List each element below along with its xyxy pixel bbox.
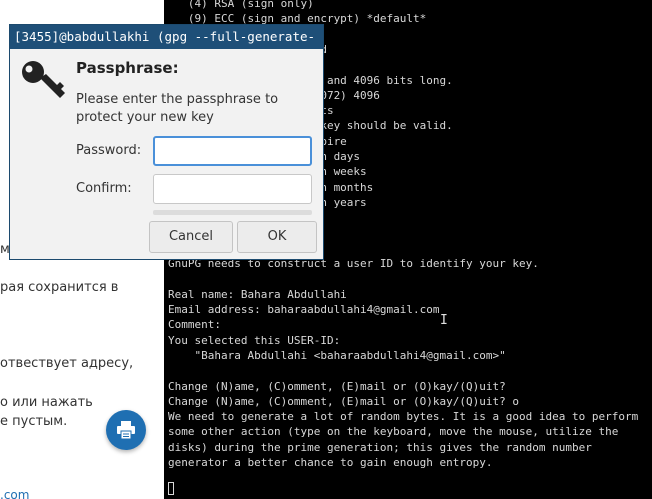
terminal-cursor (168, 482, 174, 495)
passphrase-quality-bar (153, 210, 312, 215)
dialog-titlebar[interactable]: [3455]@babdullakhi (gpg --full-generate- (10, 25, 323, 49)
terminal-line: Comment: (168, 318, 221, 332)
webpage-text-fragment: рая сохранится в (0, 280, 119, 295)
password-input[interactable] (153, 136, 312, 166)
dialog-description: Please enter the passphrase to protect y… (76, 92, 279, 125)
ok-button[interactable]: OK (237, 221, 317, 253)
terminal-line: Change (N)ame, (C)omment, (E)mail or (O)… (168, 379, 506, 393)
webpage-text-fragment: о или нажать (0, 395, 93, 410)
printer-icon (117, 421, 135, 440)
passphrase-dialog: [3455]@babdullakhi (gpg --full-generate-… (9, 24, 324, 260)
terminal-line: "Bahara Abdullahi <baharaabdullahi4@gmai… (168, 348, 506, 362)
terminal-line: some other action (type on the keyboard,… (168, 425, 619, 439)
terminal-line: generator a better chance to gain enough… (168, 456, 493, 469)
terminal-line: disks) during the prime generation; this… (168, 440, 592, 454)
confirm-input[interactable] (153, 174, 312, 204)
terminal-line: We need to generate a lot of random byte… (168, 410, 639, 424)
print-button[interactable] (106, 410, 146, 450)
dialog-heading: Passphrase: (76, 59, 179, 77)
webpage-text-fragment: отвествует адресу, (0, 356, 134, 371)
webpage-link-fragment[interactable]: .com (0, 488, 29, 499)
confirm-label: Confirm: (76, 181, 132, 196)
mouse-text-cursor-icon: I (440, 313, 448, 328)
webpage-text-fragment: е пустым. (0, 414, 68, 429)
terminal-line: You selected this USER-ID: (168, 333, 341, 347)
password-label: Password: (76, 143, 142, 158)
key-icon (22, 61, 65, 98)
terminal-line: Real name: Bahara Abdullahi (168, 287, 347, 301)
cancel-button[interactable]: Cancel (149, 221, 233, 253)
terminal-line: Change (N)ame, (C)omment, (E)mail or (O)… (168, 394, 519, 408)
terminal-line: (4) RSA (sign only) (168, 0, 314, 10)
terminal-line: Email address: baharaabdullahi4@gmail.co… (168, 303, 440, 316)
